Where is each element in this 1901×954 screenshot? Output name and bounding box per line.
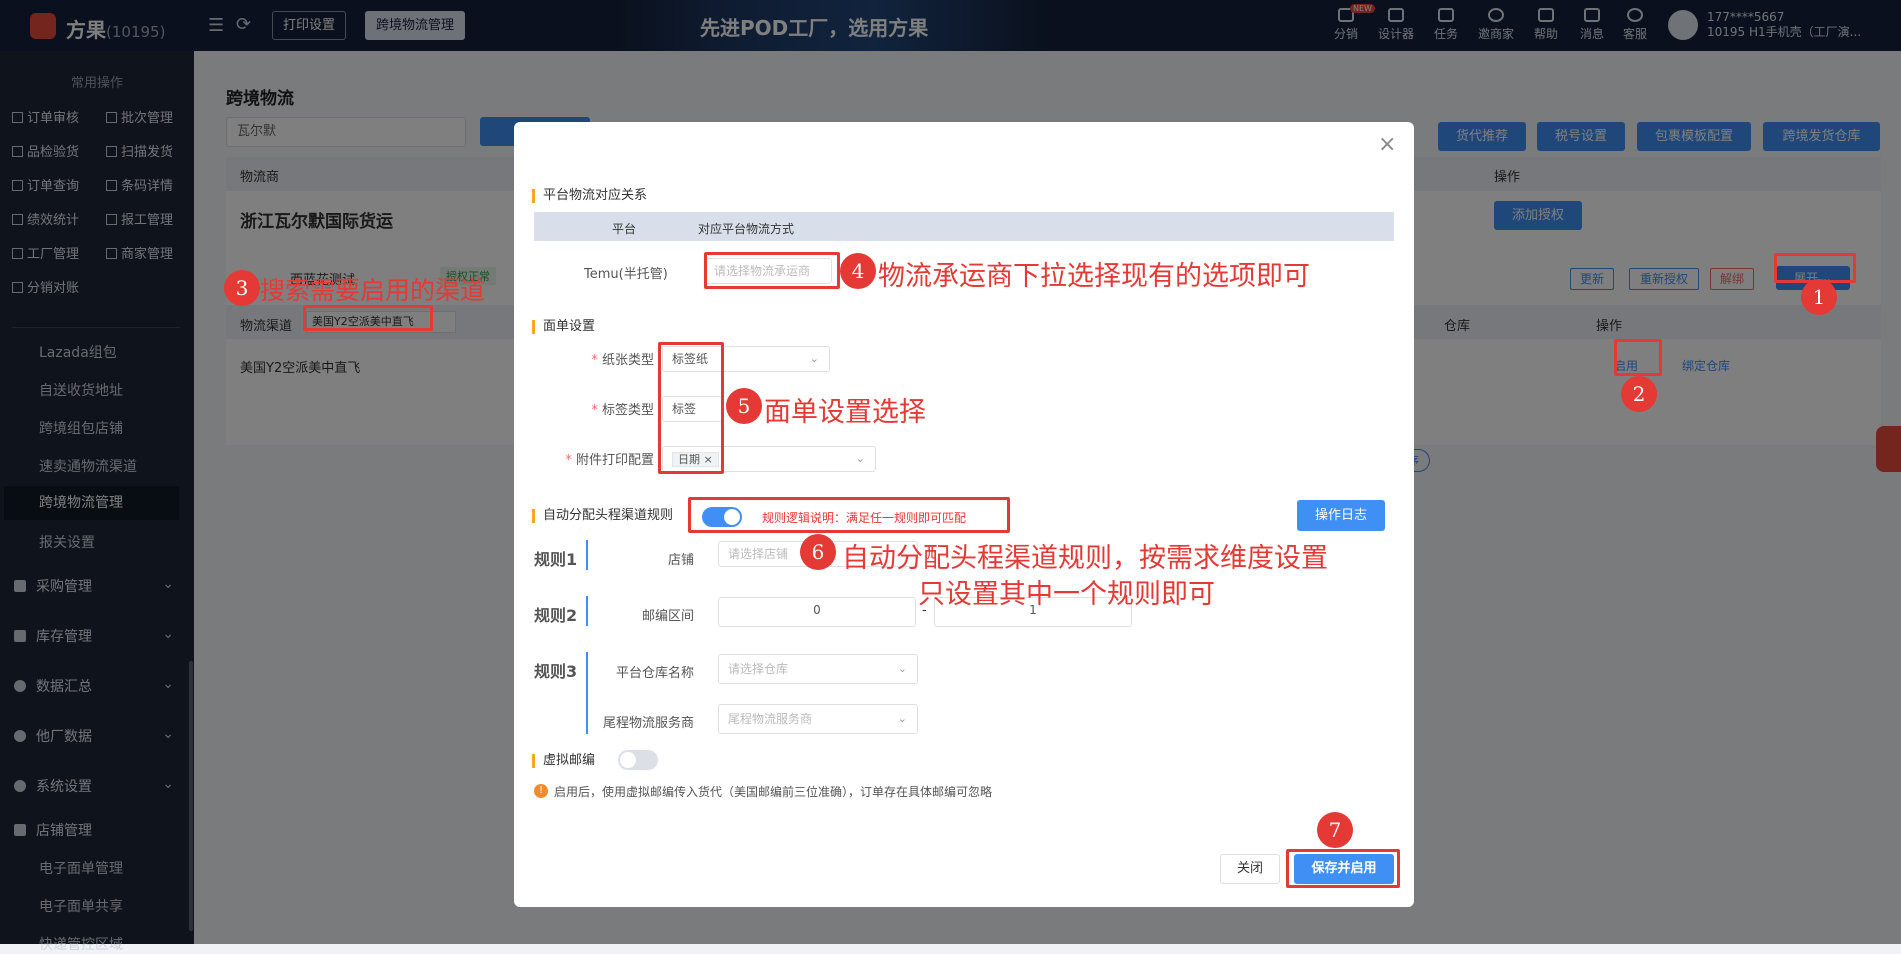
paper-type-text: 纸张类型 (601, 353, 654, 368)
annotation-marker-3: 3 (224, 270, 260, 306)
annotation-marker-2: 2 (1621, 376, 1657, 412)
warehouse-label: 平台仓库名称 (615, 666, 694, 681)
annotation-marker-6: 6 (800, 534, 836, 570)
chevron-down-icon: ⌄ (809, 352, 819, 365)
info-icon: ! (534, 784, 548, 798)
annotation-text-3: 搜索需要启用的渠道 (260, 276, 486, 305)
section-virtual-zip: 虚拟邮编 (532, 754, 595, 768)
attachment-label: * 附件打印配置 (565, 453, 654, 468)
annotation-marker-7: 7 (1317, 812, 1353, 848)
annotation-box-save (1286, 849, 1400, 888)
annotation-box-carrier (704, 252, 840, 289)
logistics-config-dialog: × 平台物流对应关系 平台 对应平台物流方式 Temu(半托管) 请选择物流承运… (514, 122, 1414, 907)
platform-name: Temu(半托管) (584, 267, 668, 282)
virtual-zip-toggle[interactable] (618, 750, 658, 770)
attachment-text: 附件打印配置 (575, 453, 654, 468)
paper-type-label: * 纸张类型 (591, 353, 654, 368)
annotation-box-auto-rule (688, 497, 1010, 533)
tag-type-text: 标签类型 (601, 403, 654, 418)
chevron-down-icon: ⌄ (897, 712, 907, 725)
close-button[interactable]: 关闭 (1220, 854, 1280, 884)
annotation-text-6b: 只设置其中一个规则即可 (918, 579, 1215, 610)
rule2-bar (586, 596, 588, 626)
section-auto-rules: 自动分配头程渠道规则 (532, 509, 673, 523)
last-mile-select[interactable]: 尾程物流服务商 ⌄ (718, 704, 918, 734)
rule1-bar (586, 540, 588, 570)
close-icon[interactable]: × (1378, 132, 1396, 157)
last-mile-label: 尾程物流服务商 (602, 716, 694, 731)
rule2-label: 规则2 (534, 606, 578, 625)
warehouse-placeholder: 请选择仓库 (728, 662, 789, 676)
last-mile-placeholder: 尾程物流服务商 (728, 712, 813, 726)
chevron-down-icon: ⌄ (897, 662, 907, 675)
chevron-down-icon: ⌄ (855, 452, 865, 465)
annotation-box-channel-search (303, 305, 433, 331)
annotation-text-4: 物流承运商下拉选择现有的选项即可 (878, 261, 1310, 292)
warehouse-select[interactable]: 请选择仓库 ⌄ (718, 654, 918, 684)
section-platform-mapping: 平台物流对应关系 (532, 189, 647, 203)
annotation-box-label-settings (658, 342, 724, 474)
mapping-table-header (534, 212, 1394, 241)
operation-log-button[interactable]: 操作日志 (1297, 500, 1385, 531)
zip-from-input[interactable]: 0 (718, 597, 916, 627)
shop-label: 店铺 (667, 553, 694, 568)
rule3-label: 规则3 (534, 662, 578, 681)
annotation-text-5: 面单设置选择 (764, 397, 926, 428)
annotation-box-enable (1614, 339, 1662, 376)
section-label-settings: 面单设置 (532, 320, 595, 334)
th-platform-method: 对应平台物流方式 (698, 222, 795, 236)
annotation-marker-4: 4 (840, 253, 876, 289)
zip-label: 邮编区间 (641, 609, 694, 624)
annotation-marker-1: 1 (1801, 279, 1837, 315)
annotation-text-6a: 自动分配头程渠道规则，按需求维度设置 (842, 543, 1328, 574)
rule1-label: 规则1 (534, 550, 578, 569)
annotation-marker-5: 5 (726, 388, 762, 424)
toggle-knob (620, 752, 636, 768)
tag-type-label: * 标签类型 (591, 403, 654, 418)
virtual-zip-tip: 启用后，使用虚拟邮编传入货代（美国邮编前三位准确），订单存在具体邮编可忽略 (554, 785, 993, 799)
th-platform: 平台 (612, 222, 637, 236)
